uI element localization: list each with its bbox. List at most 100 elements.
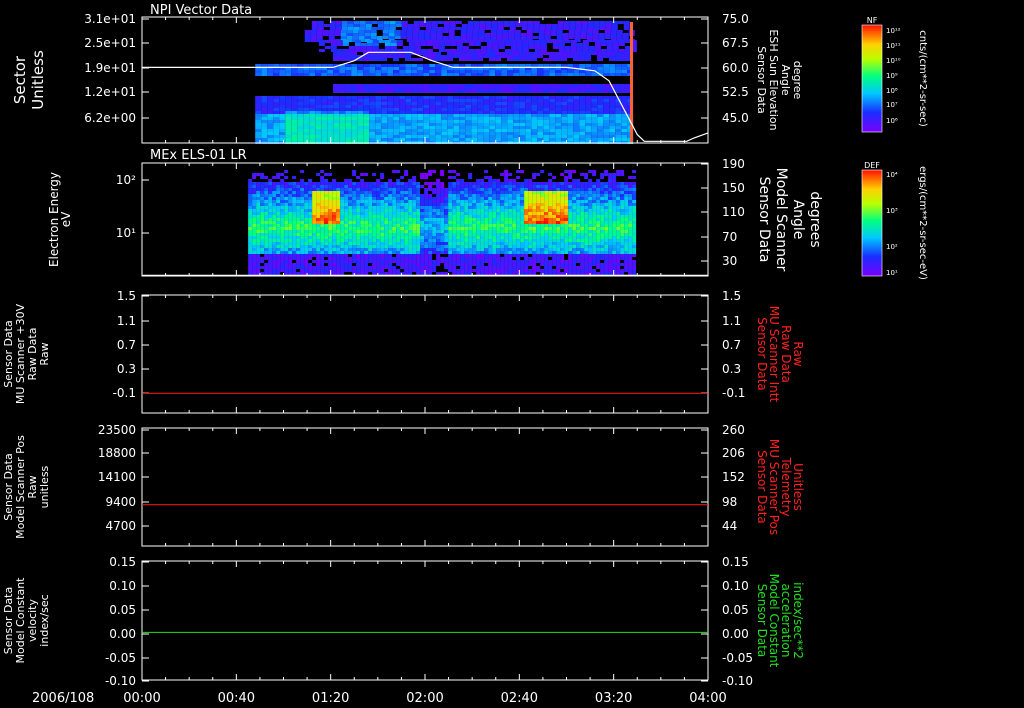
els-heat-cell (528, 200, 533, 203)
els-heat-cell (428, 221, 433, 224)
els-heat-cell (508, 179, 513, 182)
npi-heat-cell (525, 73, 532, 76)
npi-heat-cell (435, 90, 442, 93)
els-heat-cell (336, 260, 341, 263)
npi-heat-cell (474, 49, 481, 52)
els-heat-cell (324, 212, 329, 215)
els-heat-cell (280, 242, 285, 245)
npi-heat-cell (573, 99, 580, 102)
npi-heat-cell (399, 126, 406, 129)
els-heat-cell (412, 242, 417, 245)
els-heat-cell (404, 170, 409, 173)
els-heat-cell (564, 209, 569, 212)
els-heat-cell (404, 215, 409, 218)
els-heat-cell (528, 230, 533, 233)
els-heat-cell (440, 233, 445, 236)
els-heat-cell (288, 260, 293, 263)
els-heat-cell (268, 245, 273, 248)
els-heat-cell (436, 245, 441, 248)
npi-heat-cell (351, 55, 358, 58)
els-heat-cell (460, 242, 465, 245)
els-heat-cell (248, 215, 253, 218)
els-heat-cell (568, 236, 573, 239)
npi-heat-cell (453, 138, 460, 141)
els-heat-cell (612, 254, 617, 257)
els-heat-cell (568, 242, 573, 245)
els-heat-cell (412, 245, 417, 248)
els-heat-cell (556, 224, 561, 227)
els-heat-cell (468, 221, 473, 224)
els-heat-cell (320, 230, 325, 233)
els-heat-cell (296, 203, 301, 206)
npi-heat-cell (291, 102, 298, 105)
els-heat-cell (460, 230, 465, 233)
els-heat-cell (364, 215, 369, 218)
npi-heat-cell (567, 96, 574, 99)
els-heat-cell (336, 236, 341, 239)
npi-heat-cell (609, 114, 616, 117)
els-heat-cell (328, 248, 333, 251)
npi-heat-cell (495, 132, 502, 135)
els-heat-cell (520, 230, 525, 233)
els-heat-cell (520, 242, 525, 245)
els-heat-cell (396, 185, 401, 188)
els-heat-cell (564, 218, 569, 221)
els-heat-cell (328, 239, 333, 242)
els-heat-cell (288, 266, 293, 269)
els-heat-cell (392, 188, 397, 191)
els-heat-cell (528, 221, 533, 224)
els-heat-cell (468, 245, 473, 248)
els-heat-cell (616, 191, 621, 194)
els-heat-cell (492, 263, 497, 266)
npi-heat-cell (429, 120, 436, 123)
els-heat-cell (496, 206, 501, 209)
npi-heat-cell (615, 111, 622, 114)
els-heat-cell (312, 272, 317, 275)
els-heat-cell (284, 212, 289, 215)
npi-heat-cell (597, 64, 604, 67)
els-heat-cell (448, 194, 453, 197)
els-heat-cell (452, 218, 457, 221)
npi-heat-cell (323, 24, 330, 27)
els-heat-cell (332, 197, 337, 200)
els-heat-cell (352, 206, 357, 209)
npi-heat-cell (448, 30, 455, 33)
els-heat-cell (352, 242, 357, 245)
els-heat-cell (520, 248, 525, 251)
els-heat-cell (572, 248, 577, 251)
npi-heat-cell (327, 132, 334, 135)
npi-heat-cell (545, 27, 552, 30)
els-heat-cell (432, 182, 437, 185)
els-heat-cell (492, 206, 497, 209)
npi-heat-cell (474, 43, 481, 46)
npi-heat-cell (297, 108, 304, 111)
els-heat-cell (584, 203, 589, 206)
els-heat-cell (576, 197, 581, 200)
npi-heat-cell (365, 24, 372, 27)
npi-heat-cell (285, 64, 292, 67)
els-heat-cell (488, 239, 493, 242)
els-heat-cell (268, 257, 273, 260)
npi-heat-cell (510, 43, 517, 46)
npi-heat-cell (483, 70, 490, 73)
els-heat-cell (348, 215, 353, 218)
els-heat-cell (476, 263, 481, 266)
els-heat-cell (300, 230, 305, 233)
npi-heat-cell (423, 64, 430, 67)
npi-heat-cell (393, 96, 400, 99)
els-heat-cell (516, 263, 521, 266)
npi-heat-cell (255, 120, 262, 123)
els-heat-cell (596, 212, 601, 215)
els-heat-cell (540, 215, 545, 218)
npi-heat-cell (552, 46, 559, 49)
npi-heat-cell (483, 99, 490, 102)
npi-heat-cell (569, 24, 576, 27)
els-heat-cell (304, 245, 309, 248)
npi-heat-cell (459, 73, 466, 76)
els-heat-cell (260, 206, 265, 209)
npi-heat-cell (387, 102, 394, 105)
npi-heat-cell (581, 24, 588, 27)
els-heat-cell (532, 173, 537, 176)
els-heat-cell (608, 200, 613, 203)
npi-heat-cell (615, 105, 622, 108)
